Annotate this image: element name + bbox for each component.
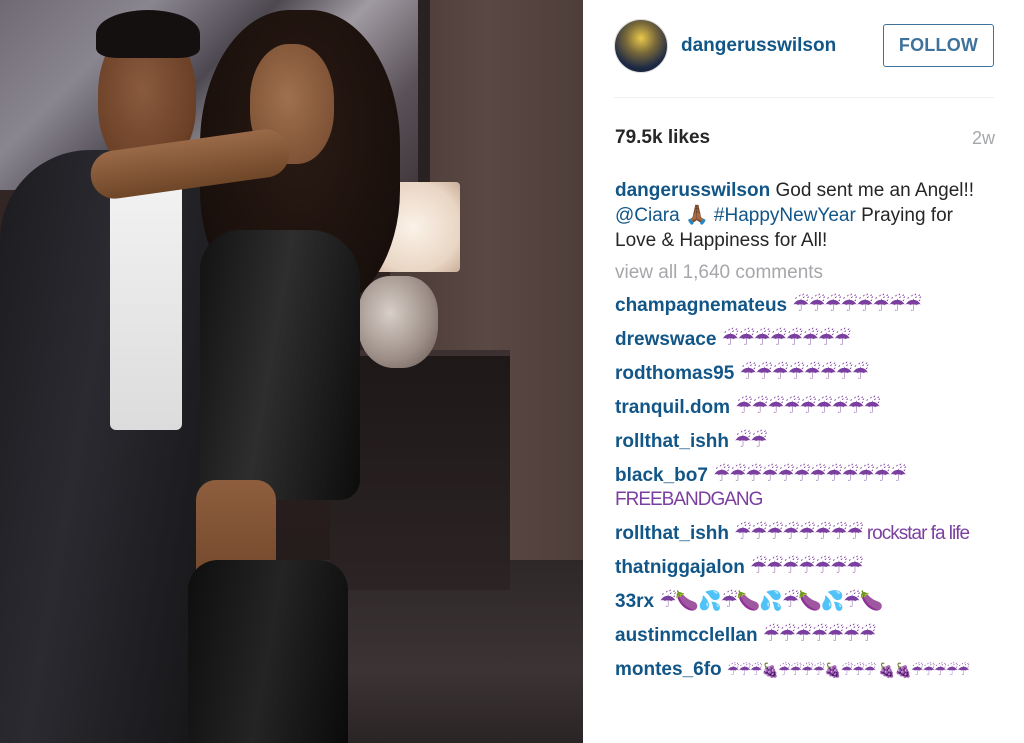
comment-item: rodthomas95 ☔☔☔☔☔☔☔☔ [615, 362, 995, 386]
comment-username[interactable]: tranquil.dom [615, 397, 730, 418]
header-username[interactable]: dangerusswilson [681, 35, 836, 57]
comment-username[interactable]: rodthomas95 [615, 363, 734, 384]
comment-text: ☔🍆💦☔🍆💦☔🍆💦☔🍆 [659, 591, 883, 612]
header-divider [614, 97, 994, 98]
comment-username[interactable]: rollthat_ishh [615, 431, 729, 452]
photo-man-hair [96, 10, 200, 58]
caption-emoji: 🙏🏾 [679, 205, 714, 226]
comment-username[interactable]: drewswace [615, 329, 716, 350]
comment-item: drewswace ☔☔☔☔☔☔☔☔ [615, 328, 995, 352]
comment-item: austinmcclellan ☔☔☔☔☔☔☔ [615, 624, 995, 648]
comment-username[interactable]: black_bo7 [615, 465, 708, 486]
photo-lamp-base [358, 276, 438, 368]
caption-mention[interactable]: @Ciara [615, 205, 680, 226]
comment-text: ☔☔☔☔☔☔☔ [750, 557, 863, 578]
photo-woman-dress [200, 230, 360, 500]
comment-item: thatniggajalon ☔☔☔☔☔☔☔ [615, 556, 995, 580]
comment-text: ☔☔☔☔☔☔☔☔ [739, 363, 869, 384]
comment-username[interactable]: rollthat_ishh [615, 523, 729, 544]
post-side-panel: dangerusswilson FOLLOW 79.5k likes 2w da… [583, 0, 1024, 743]
comment-username[interactable]: champagnemateus [615, 295, 787, 316]
comment-item: champagnemateus ☔☔☔☔☔☔☔☔ [615, 294, 995, 318]
follow-button[interactable]: FOLLOW [883, 24, 994, 67]
comment-text: ☔☔☔☔☔☔☔ [762, 625, 876, 646]
photo-painting-frame [418, 0, 430, 210]
comment-text: ☔☔☔☔☔☔☔☔ rockstar fa life [734, 523, 970, 544]
likes-row: 79.5k likes 2w [615, 127, 995, 151]
view-all-comments-link[interactable]: view all 1,640 comments [615, 262, 995, 284]
comment-item: 33rx ☔🍆💦☔🍆💦☔🍆💦☔🍆 [615, 590, 995, 614]
comment-item: rollthat_ishh ☔☔ [615, 430, 995, 454]
post-header: dangerusswilson FOLLOW [614, 19, 994, 73]
comment-username[interactable]: montes_6fo [615, 659, 722, 680]
caption-hashtag[interactable]: #HappyNewYear [714, 205, 856, 226]
likes-count[interactable]: 79.5k likes [615, 127, 710, 148]
comment-text: ☔☔☔☔☔☔☔☔ [792, 295, 921, 316]
comment-item: montes_6fo ☔☔☔🍇☔☔☔☔🍇☔☔☔ 🍇🍇☔☔☔☔☔ [615, 658, 995, 682]
instagram-post: dangerusswilson FOLLOW 79.5k likes 2w da… [0, 0, 1024, 743]
comment-item: black_bo7 ☔☔☔☔☔☔☔☔☔☔☔☔ FREEBANDGANG [615, 464, 995, 512]
comment-item: tranquil.dom ☔☔☔☔☔☔☔☔☔ [615, 396, 995, 420]
comments-section: dangerusswilson God sent me an Angel!! @… [615, 178, 995, 682]
photo-man-shirt [110, 160, 182, 430]
avatar[interactable] [614, 19, 668, 73]
caption-text: God sent me an Angel!! [770, 180, 975, 201]
caption: dangerusswilson God sent me an Angel!! @… [615, 178, 995, 253]
comment-text: ☔☔☔☔☔☔☔☔☔ [735, 397, 880, 418]
comment-username[interactable]: thatniggajalon [615, 557, 745, 578]
comment-username[interactable]: 33rx [615, 591, 654, 612]
caption-username[interactable]: dangerusswilson [615, 180, 770, 201]
post-photo[interactable] [0, 0, 583, 743]
post-time[interactable]: 2w [972, 128, 995, 149]
comment-text: ☔☔ [734, 431, 767, 452]
comments-fade [583, 703, 1024, 743]
comment-text: ☔☔☔☔☔☔☔☔ [721, 329, 851, 350]
comment-item: rollthat_ishh ☔☔☔☔☔☔☔☔ rockstar fa life [615, 522, 995, 546]
comment-username[interactable]: austinmcclellan [615, 625, 758, 646]
comment-text: ☔☔☔🍇☔☔☔☔🍇☔☔☔ 🍇🍇☔☔☔☔☔ [726, 662, 970, 678]
photo-woman-boots [188, 560, 348, 743]
